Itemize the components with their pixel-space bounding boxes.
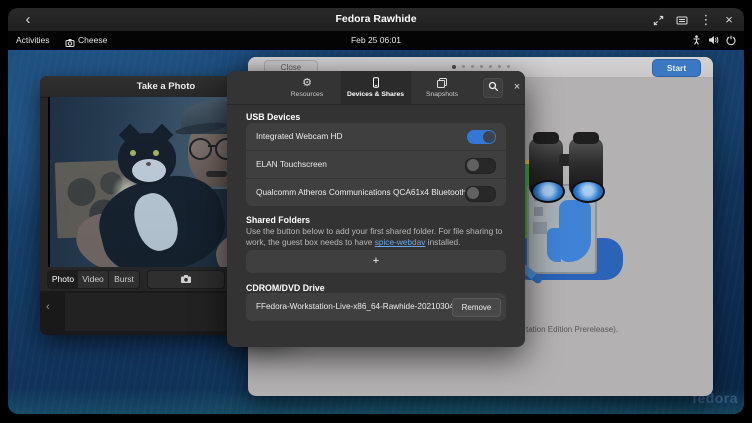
binocular-barrel-left bbox=[529, 138, 563, 196]
usb-device-name: Qualcomm Atheros Communications QCA61x4 … bbox=[256, 179, 466, 206]
usb-device-icon bbox=[371, 77, 381, 89]
map-blue-blob bbox=[559, 200, 591, 262]
shared-folders-title: Shared Folders bbox=[246, 215, 310, 225]
usb-device-row: Integrated Webcam HD bbox=[246, 123, 506, 151]
tour-caption-text: tation Edition Prerelease). bbox=[526, 325, 618, 334]
clock[interactable]: Feb 25 06:01 bbox=[8, 31, 744, 50]
add-shared-folder-button[interactable]: + bbox=[246, 250, 506, 273]
iso-file-name: FFedora-Workstation-Live-x86_64-Rawhide-… bbox=[256, 293, 480, 321]
volume-icon bbox=[708, 32, 719, 50]
usb-devices-card: Integrated Webcam HD ELAN Touchscreen Qu… bbox=[246, 123, 506, 206]
usb-devices-title: USB Devices bbox=[246, 112, 300, 122]
usb-device-name: Integrated Webcam HD bbox=[256, 123, 343, 150]
dialog-search-button[interactable] bbox=[483, 78, 503, 98]
spice-webdav-link[interactable]: spice-webdav bbox=[375, 237, 426, 247]
window-title: Fedora Rawhide bbox=[8, 8, 744, 31]
tab-resources[interactable]: ⚙ Resources bbox=[273, 71, 342, 104]
accessibility-icon bbox=[692, 32, 701, 50]
tab-snapshots-label: Snapshots bbox=[426, 91, 458, 98]
power-icon bbox=[726, 32, 736, 50]
cdrom-card: FFedora-Workstation-Live-x86_64-Rawhide-… bbox=[246, 293, 506, 321]
boxes-titlebar: ‹ Fedora Rawhide ⋮ × bbox=[8, 8, 744, 32]
keyboard-icon bbox=[676, 12, 688, 27]
gallery-prev-arrow[interactable]: ‹ bbox=[46, 301, 50, 313]
tab-devices-shares-label: Devices & Shares bbox=[347, 91, 404, 98]
close-window-button[interactable]: × bbox=[719, 10, 739, 29]
burst-mode-tab[interactable]: Burst bbox=[109, 270, 140, 289]
search-icon bbox=[488, 79, 499, 97]
screenshot: ‹ Fedora Rawhide ⋮ × Activities Cheese bbox=[0, 0, 752, 423]
binocular-barrel-right bbox=[569, 138, 603, 196]
tab-snapshots[interactable]: Snapshots bbox=[410, 71, 474, 104]
camera-icon bbox=[180, 271, 192, 289]
fullscreen-button[interactable] bbox=[648, 10, 668, 29]
usb-device-row: Qualcomm Atheros Communications QCA61x4 … bbox=[246, 179, 506, 206]
usb-device-name: ELAN Touchscreen bbox=[256, 151, 327, 178]
dialog-header: ⚙ Resources Devices & Shares Snapshots bbox=[227, 71, 525, 105]
fullscreen-icon bbox=[653, 12, 664, 27]
shared-folders-description: Use the button below to add your first s… bbox=[246, 226, 506, 249]
photo-mode-tab[interactable]: Photo bbox=[47, 270, 79, 289]
tour-page-dots bbox=[248, 65, 713, 69]
usb-device-row: ELAN Touchscreen bbox=[246, 151, 506, 179]
gear-icon: ⚙ bbox=[302, 77, 312, 89]
cdrom-title: CDROM/DVD Drive bbox=[246, 283, 325, 293]
keyboard-shortcuts-button[interactable] bbox=[672, 10, 692, 29]
tour-start-button[interactable]: Start bbox=[652, 59, 701, 77]
menu-button[interactable]: ⋮ bbox=[696, 10, 716, 29]
usb-device-toggle[interactable] bbox=[465, 158, 496, 174]
remove-iso-button[interactable]: Remove bbox=[452, 298, 501, 317]
usb-device-toggle[interactable] bbox=[467, 130, 496, 144]
dialog-close-button[interactable]: × bbox=[509, 78, 525, 96]
box-properties-dialog: ⚙ Resources Devices & Shares Snapshots bbox=[227, 71, 525, 347]
video-mode-tab[interactable]: Video bbox=[78, 270, 109, 289]
shared-desc-text: installed. bbox=[425, 237, 460, 247]
vm-desktop: fedora Close Start bbox=[8, 50, 744, 414]
system-status-area[interactable] bbox=[692, 31, 736, 50]
tab-resources-label: Resources bbox=[291, 91, 324, 98]
vm-top-bar: Activities Cheese Feb 25 06:01 bbox=[8, 31, 744, 50]
tab-devices-shares[interactable]: Devices & Shares bbox=[341, 71, 411, 104]
boxes-app-window: ‹ Fedora Rawhide ⋮ × Activities Cheese bbox=[8, 8, 744, 414]
take-photo-button[interactable] bbox=[147, 270, 225, 289]
snapshots-icon bbox=[436, 77, 448, 89]
usb-device-toggle[interactable] bbox=[465, 186, 496, 202]
